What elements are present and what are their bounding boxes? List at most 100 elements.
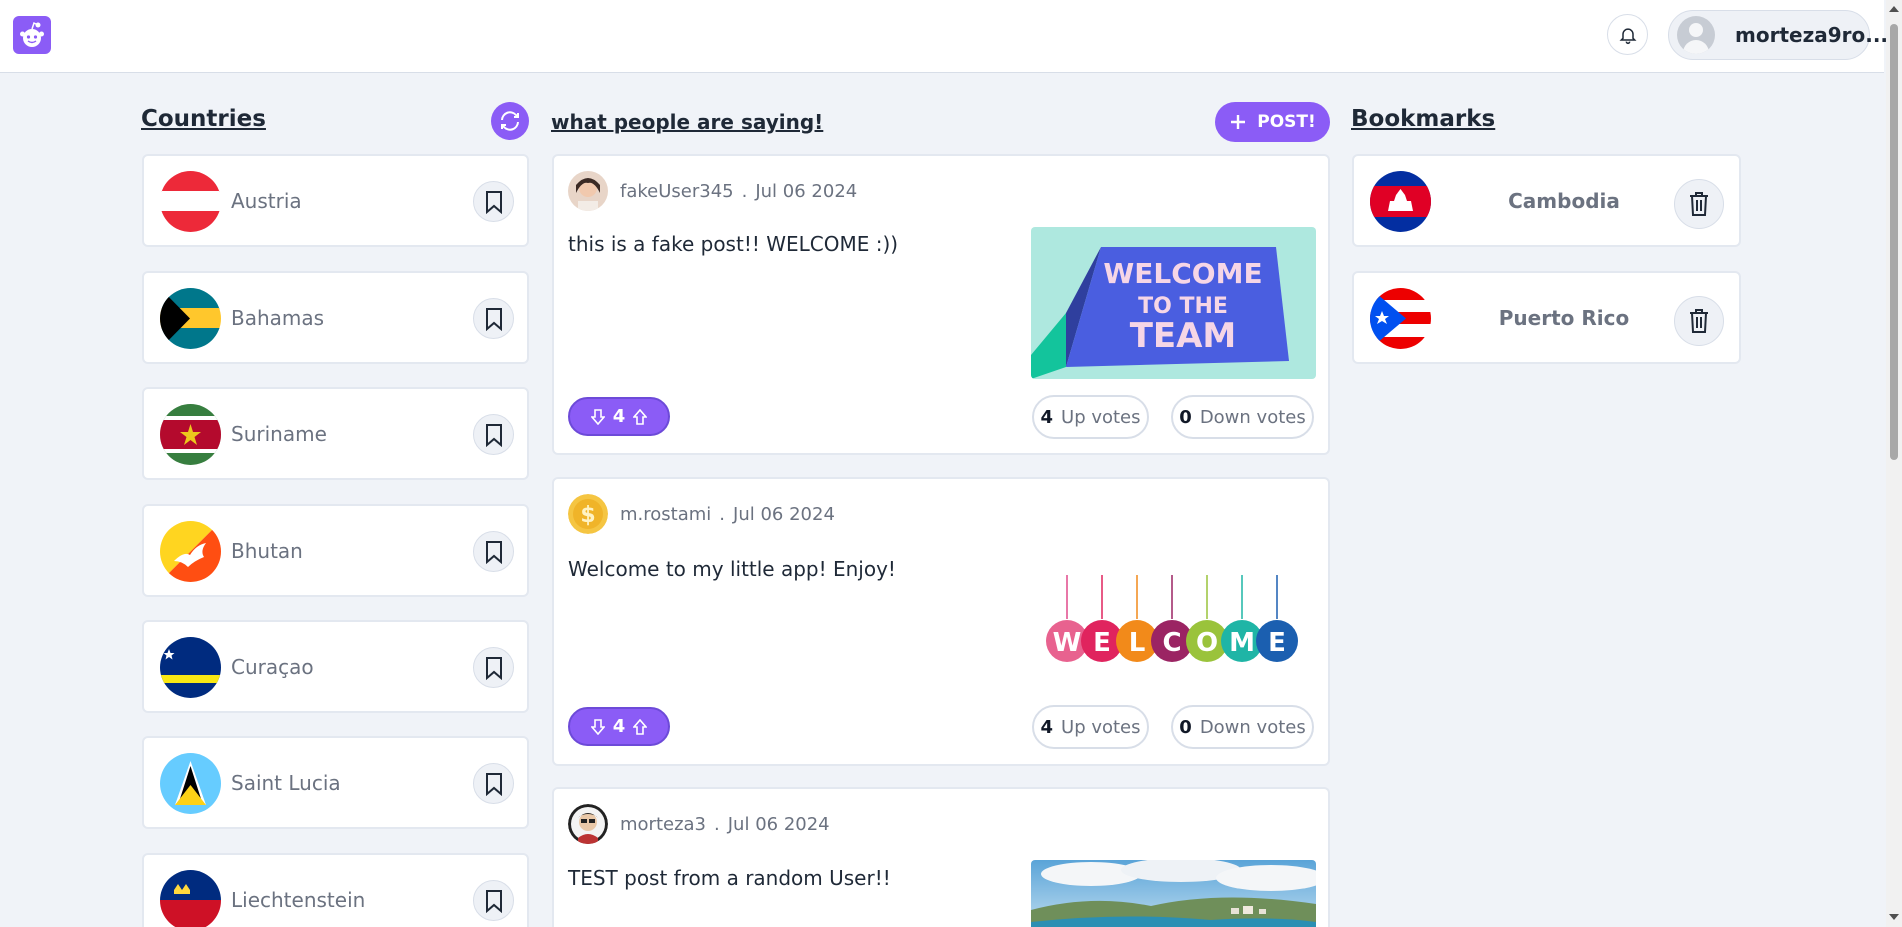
bookmark-icon [485, 423, 502, 447]
vote-score: 4 [612, 406, 626, 427]
bookmark-button[interactable] [473, 531, 514, 572]
vote-control[interactable]: 4 [568, 397, 670, 436]
country-name: Suriname [231, 422, 327, 446]
user-menu-button[interactable]: morteza9ro... [1668, 10, 1888, 60]
bookmark-button[interactable] [473, 181, 514, 222]
post-meta: morteza3. Jul 06 2024 [620, 814, 830, 835]
saint-lucia-flag-icon [160, 753, 221, 814]
cambodia-flag-icon [1370, 171, 1431, 232]
meta-separator: . [719, 504, 726, 525]
post-date: Jul 06 2024 [733, 504, 835, 525]
bhutan-flag-icon [160, 521, 221, 582]
upvote-arrow-icon [633, 718, 648, 735]
post-date: Jul 06 2024 [727, 814, 830, 835]
downvotes-count-badge: 0 Down votes [1171, 395, 1314, 439]
post-card: fakeUser345. Jul 06 2024 this is a fake p… [552, 154, 1330, 455]
post-author[interactable]: m.rostami [620, 504, 711, 525]
avatar [1677, 16, 1715, 54]
image-letter: E [1093, 628, 1111, 658]
country-card[interactable]: Saint Lucia [142, 736, 529, 829]
bookmark-icon [485, 772, 502, 796]
page-scrollbar[interactable] [1886, 0, 1902, 927]
downvotes-label: Down votes [1199, 716, 1306, 738]
liechtenstein-flag-icon [160, 870, 221, 927]
meta-separator: . [741, 181, 748, 202]
downvotes-count: 0 [1179, 716, 1192, 738]
delete-bookmark-button[interactable] [1674, 179, 1724, 229]
bookmark-card[interactable]: Cambodia [1352, 154, 1741, 247]
delete-bookmark-button[interactable] [1674, 296, 1724, 346]
user-avatar-icon[interactable] [568, 804, 608, 844]
upvotes-count-badge: 4 Up votes [1032, 395, 1149, 439]
scroll-up-arrow-icon[interactable] [1889, 6, 1899, 12]
user-avatar-icon[interactable]: $ [568, 494, 608, 534]
bookmark-icon [485, 307, 502, 331]
vote-control[interactable]: 4 [568, 707, 670, 746]
feed-title[interactable]: what people are saying! [551, 110, 823, 134]
post-image[interactable]: WELCOME TO THE TEAM [1031, 227, 1316, 379]
upvote-arrow-icon [633, 408, 648, 425]
post-text: TEST post from a random User!! [568, 866, 891, 890]
bookmark-country-name: Puerto Rico [1498, 306, 1630, 330]
country-name: Saint Lucia [231, 771, 341, 795]
upvotes-count-badge: 4 Up votes [1032, 705, 1149, 749]
upvotes-label: Up votes [1061, 406, 1141, 428]
post-text: this is a fake post!! WELCOME :)) [568, 232, 899, 256]
username: morteza9ro... [1735, 23, 1889, 47]
bookmark-button[interactable] [473, 414, 514, 455]
countries-title[interactable]: Countries [141, 106, 266, 132]
refresh-countries-button[interactable] [491, 102, 529, 140]
image-text: WELCOME [1103, 257, 1262, 290]
image-letter: W [1053, 628, 1082, 658]
downvote-arrow-icon [590, 408, 605, 425]
country-name: Bhutan [231, 539, 303, 563]
post-date: Jul 06 2024 [755, 181, 858, 202]
downvote-arrow-icon [590, 718, 605, 735]
scroll-down-arrow-icon[interactable] [1889, 914, 1899, 920]
bookmarks-title[interactable]: Bookmarks [1351, 106, 1495, 132]
country-card[interactable]: Bahamas [142, 271, 529, 364]
post-author[interactable]: morteza3 [620, 814, 706, 835]
post-meta: fakeUser345. Jul 06 2024 [620, 181, 857, 202]
post-card: $ m.rostami. Jul 06 2024 Welcome to my li… [552, 477, 1330, 766]
country-name: Bahamas [231, 306, 325, 330]
bookmark-button[interactable] [473, 647, 514, 688]
country-card[interactable]: Austria [142, 154, 529, 247]
image-letter: M [1229, 628, 1255, 658]
country-card[interactable]: Suriname [142, 387, 529, 480]
bookmark-icon [485, 656, 502, 680]
bookmark-button[interactable] [473, 298, 514, 339]
country-card[interactable]: Liechtenstein [142, 853, 529, 927]
puerto-rico-flag-icon [1370, 288, 1431, 349]
austria-flag-icon [160, 171, 221, 232]
refresh-icon [501, 111, 519, 131]
image-letter: C [1162, 628, 1181, 658]
notification-bell-icon[interactable] [1607, 14, 1648, 55]
post-meta: m.rostami. Jul 06 2024 [620, 504, 835, 525]
curacao-flag-icon [160, 637, 221, 698]
country-card[interactable]: Bhutan [142, 504, 529, 597]
post-image[interactable]: W E L C O M E [1031, 575, 1316, 677]
new-post-button[interactable]: POST! [1215, 102, 1330, 142]
post-button-label: POST! [1257, 112, 1316, 132]
downvotes-count: 0 [1179, 406, 1192, 428]
scrollbar-thumb[interactable] [1890, 24, 1898, 460]
country-card[interactable]: Curaçao [142, 620, 529, 713]
downvotes-label: Down votes [1199, 406, 1306, 428]
bookmark-icon [485, 190, 502, 214]
app-logo-icon[interactable] [13, 16, 51, 54]
upvotes-label: Up votes [1061, 716, 1141, 738]
bahamas-flag-icon [160, 288, 221, 349]
user-avatar-icon[interactable] [568, 171, 608, 211]
post-image[interactable] [1031, 860, 1316, 927]
image-letter: O [1196, 628, 1218, 658]
post-text: Welcome to my little app! Enjoy! [568, 557, 896, 581]
bookmark-card[interactable]: Puerto Rico [1352, 271, 1741, 364]
post-author[interactable]: fakeUser345 [620, 181, 734, 202]
bookmark-button[interactable] [473, 763, 514, 804]
image-text: TEAM [1130, 316, 1237, 356]
bookmark-button[interactable] [473, 880, 514, 921]
country-name: Austria [231, 189, 302, 213]
vote-score: 4 [612, 716, 626, 737]
plus-icon [1231, 115, 1246, 129]
